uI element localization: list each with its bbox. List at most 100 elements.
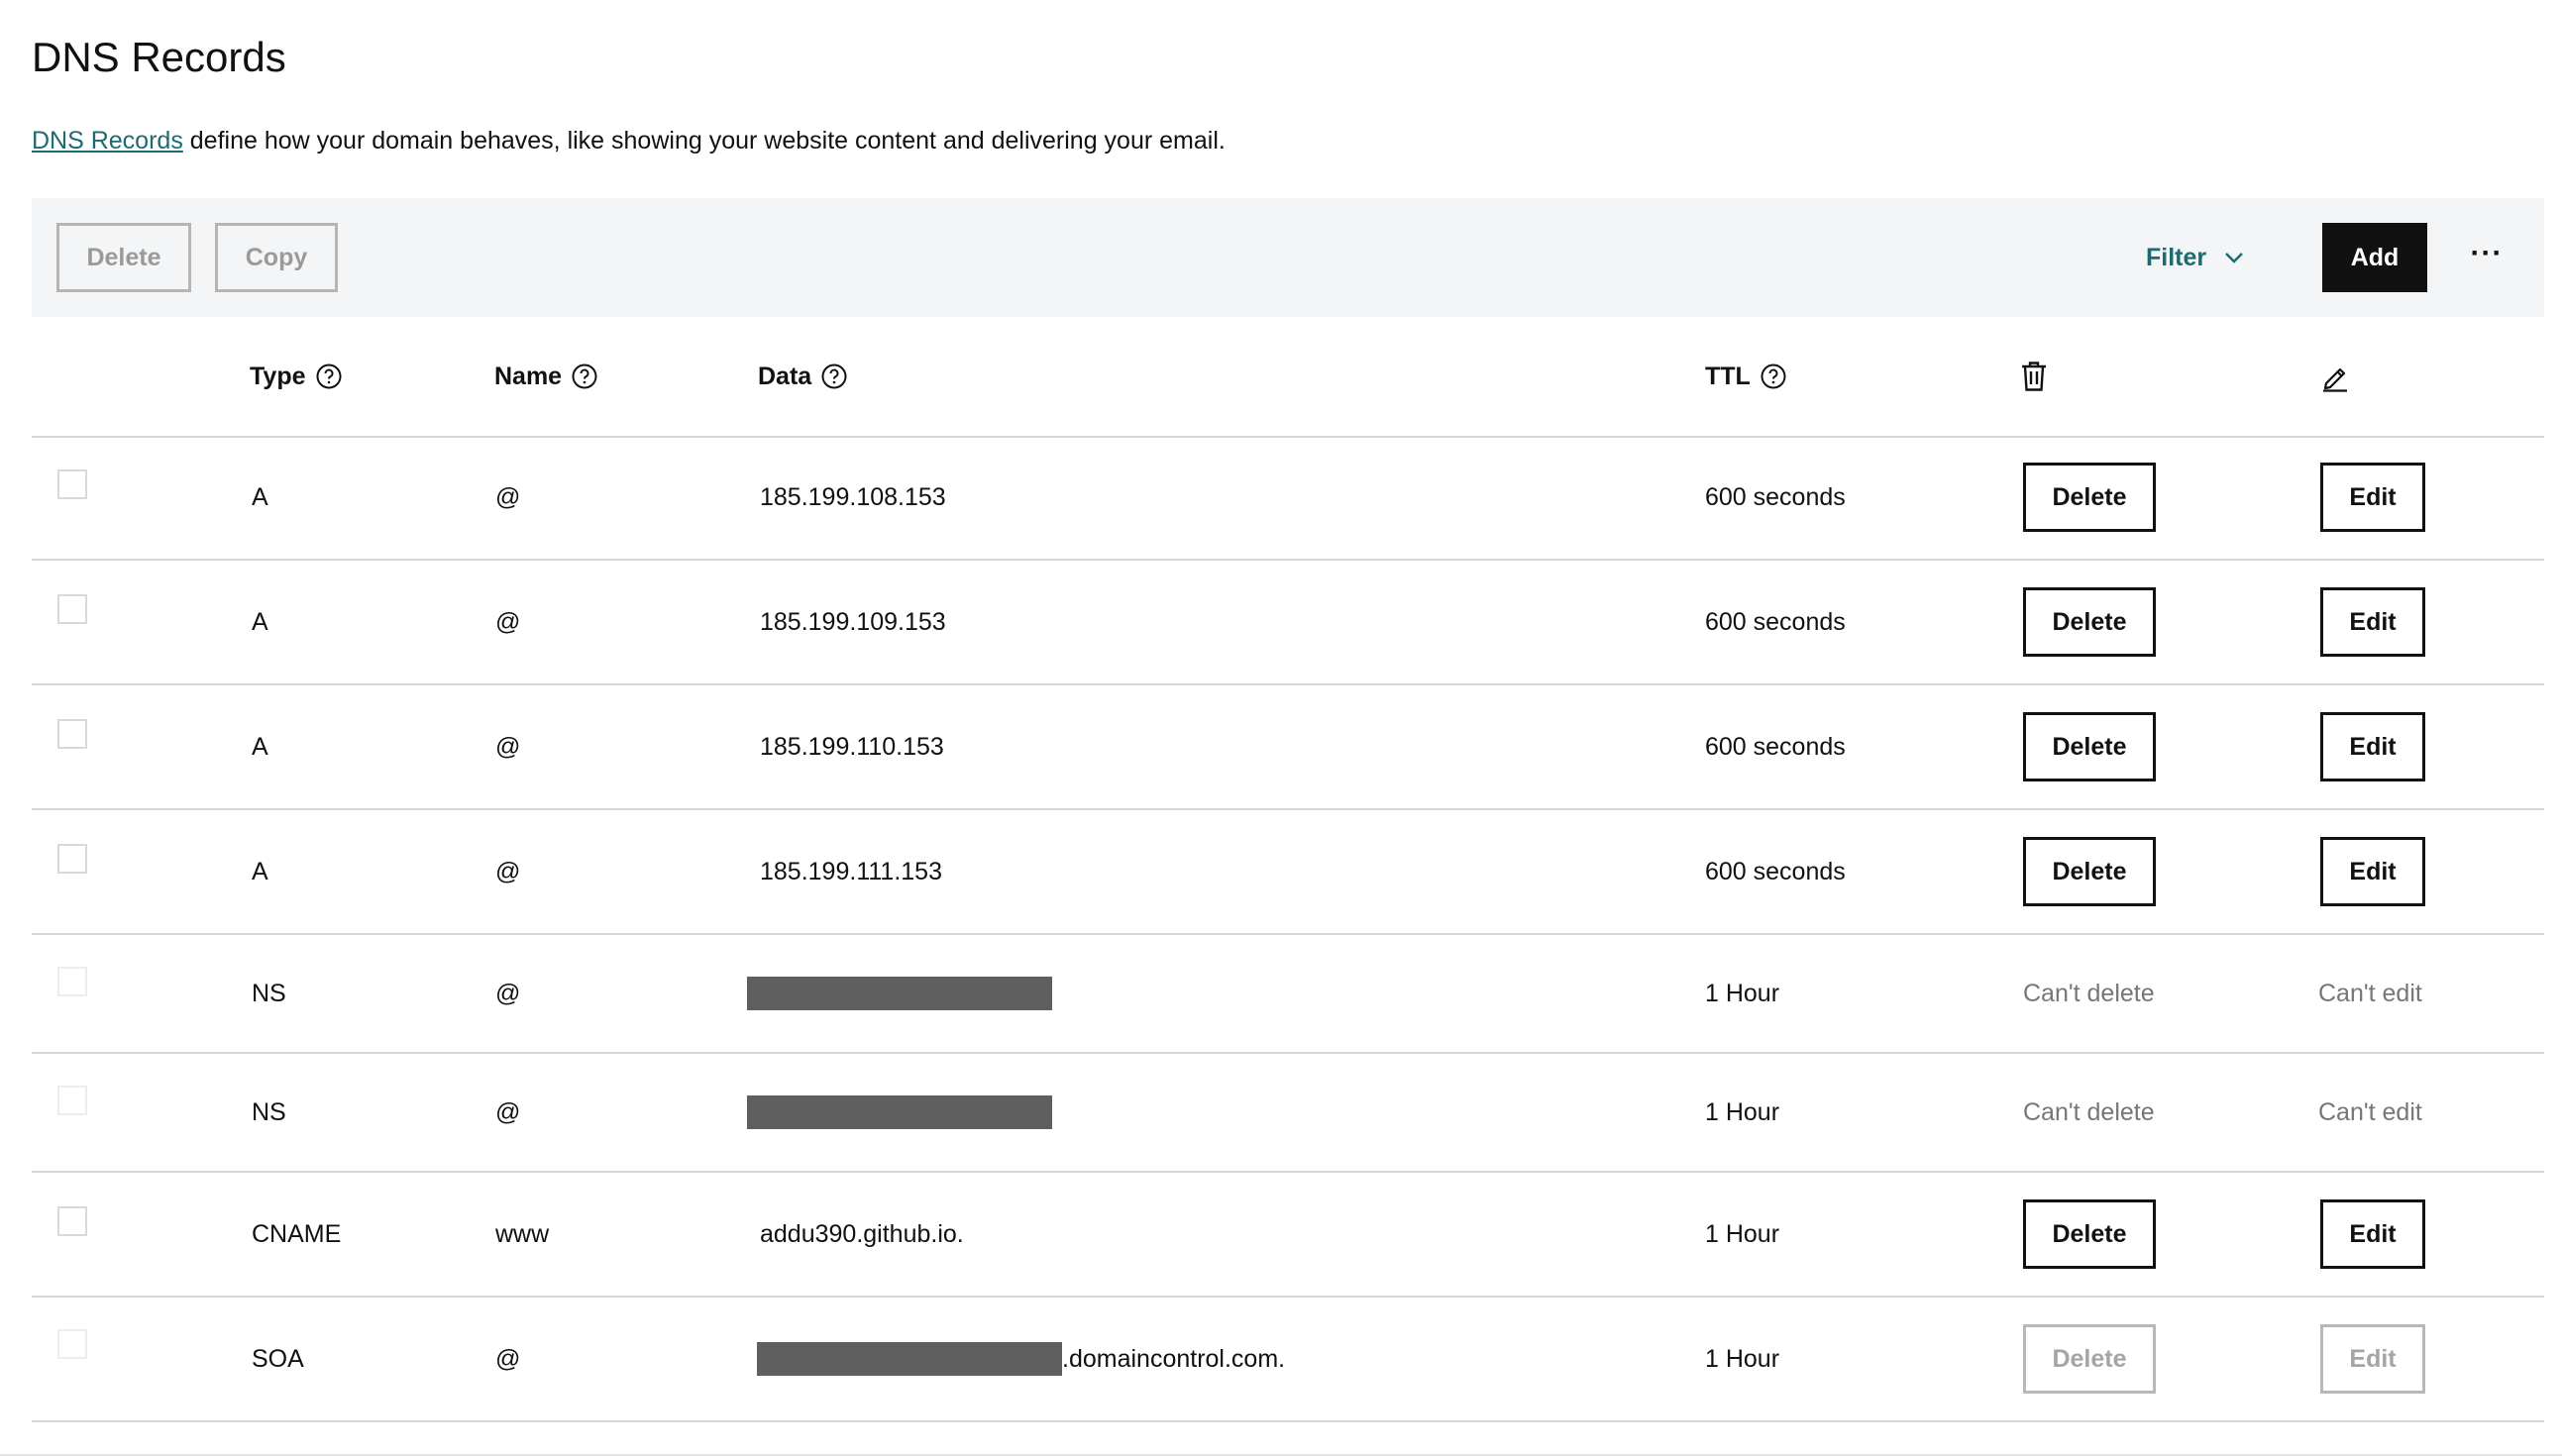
record-name: @ xyxy=(495,979,521,1007)
filter-label: Filter xyxy=(2146,243,2207,271)
edit-record-button[interactable]: Edit xyxy=(2320,1199,2425,1269)
trash-icon xyxy=(2022,362,2046,391)
edit-record-button[interactable]: Edit xyxy=(2320,463,2425,532)
dns-records-link[interactable]: DNS Records xyxy=(32,127,183,155)
record-type: A xyxy=(252,607,268,636)
row-select-checkbox[interactable] xyxy=(57,719,87,749)
table-row: A @185.199.110.153 600 seconds Delete Edit xyxy=(32,685,2544,810)
dns-records-table: A @185.199.108.153 600 seconds Delete Edit A @… xyxy=(32,436,2544,1422)
record-type: NS xyxy=(252,1097,286,1126)
cant-delete-text: Can't delete xyxy=(2023,1097,2155,1126)
table-row: NS @1 Hour Can't delete Can't edit xyxy=(32,935,2544,1054)
column-header-data: Data xyxy=(758,317,847,436)
column-header-edit xyxy=(2320,317,2350,436)
record-type: A xyxy=(252,482,268,511)
column-header-ttl-label: TTL xyxy=(1705,362,1751,390)
table-header: Type Name Data TTL xyxy=(32,317,2544,438)
record-data: 185.199.108.153 xyxy=(760,436,946,559)
record-ttl: 600 seconds xyxy=(1705,732,1846,761)
delete-record-button[interactable]: Delete xyxy=(2023,837,2156,906)
record-data-text: 185.199.110.153 xyxy=(760,732,944,761)
record-data-text: 185.199.109.153 xyxy=(760,607,946,636)
column-header-data-label: Data xyxy=(758,362,812,390)
record-name: @ xyxy=(495,1097,521,1126)
page-description: DNS Records define how your domain behav… xyxy=(32,123,1226,158)
bulk-copy-button[interactable]: Copy xyxy=(215,223,338,292)
record-type: A xyxy=(252,732,268,761)
record-type: A xyxy=(252,857,268,885)
record-name: @ xyxy=(495,607,521,636)
row-select-checkbox[interactable] xyxy=(57,469,87,499)
record-data xyxy=(747,935,1052,1052)
more-options-button[interactable]: ··· xyxy=(2457,228,2516,279)
delete-record-button[interactable]: Delete xyxy=(2023,1199,2156,1269)
delete-record-button[interactable]: Delete xyxy=(2023,463,2156,532)
record-data: 185.199.111.153 xyxy=(760,810,942,933)
chevron-down-icon xyxy=(2225,253,2244,263)
record-ttl: 1 Hour xyxy=(1705,1344,1780,1373)
record-name: @ xyxy=(495,857,521,885)
record-type: NS xyxy=(252,979,286,1007)
column-header-type: Type xyxy=(250,317,342,436)
record-data-text: addu390.github.io. xyxy=(760,1219,964,1248)
record-ttl: 600 seconds xyxy=(1705,607,1846,636)
help-circle-icon[interactable] xyxy=(821,364,847,389)
table-row: NS @1 Hour Can't delete Can't edit xyxy=(32,1054,2544,1173)
record-data: 185.199.110.153 xyxy=(760,685,944,808)
row-select-checkbox[interactable] xyxy=(57,1086,87,1115)
column-header-name-label: Name xyxy=(494,362,563,390)
record-ttl: 1 Hour xyxy=(1705,1097,1780,1126)
edit-record-button[interactable]: Edit xyxy=(2320,1324,2425,1394)
table-row: A @185.199.109.153 600 seconds Delete Edit xyxy=(32,561,2544,685)
help-circle-icon[interactable] xyxy=(316,364,342,389)
delete-record-button[interactable]: Delete xyxy=(2023,587,2156,657)
table-row: SOA @ .domaincontrol.com. 1 Hour Delete Edit xyxy=(32,1298,2544,1422)
table-row: A @185.199.108.153 600 seconds Delete Edit xyxy=(32,436,2544,561)
redacted-value xyxy=(757,1342,1062,1376)
record-data: .domaincontrol.com. xyxy=(747,1298,1285,1420)
filter-dropdown[interactable]: Filter xyxy=(2146,232,2244,283)
row-select-checkbox[interactable] xyxy=(57,844,87,874)
add-record-button[interactable]: Add xyxy=(2322,223,2427,292)
record-type: SOA xyxy=(252,1344,304,1373)
record-type: CNAME xyxy=(252,1219,342,1248)
column-header-type-label: Type xyxy=(250,362,306,390)
record-ttl: 1 Hour xyxy=(1705,979,1780,1007)
row-select-checkbox[interactable] xyxy=(57,594,87,624)
help-circle-icon[interactable] xyxy=(572,364,597,389)
delete-record-button[interactable]: Delete xyxy=(2023,712,2156,781)
redacted-value xyxy=(747,977,1052,1010)
record-data-text: 185.199.111.153 xyxy=(760,857,942,885)
record-data-text: .domaincontrol.com. xyxy=(1062,1344,1286,1373)
row-select-checkbox[interactable] xyxy=(57,1206,87,1236)
cant-edit-text: Can't edit xyxy=(2318,979,2422,1007)
table-row: A @185.199.111.153 600 seconds Delete Edit xyxy=(32,810,2544,935)
record-ttl: 1 Hour xyxy=(1705,1219,1780,1248)
edit-record-button[interactable]: Edit xyxy=(2320,587,2425,657)
records-toolbar: Delete Copy Filter Add ··· xyxy=(32,198,2544,317)
record-ttl: 600 seconds xyxy=(1705,482,1846,511)
column-header-name: Name xyxy=(494,317,597,436)
cant-delete-text: Can't delete xyxy=(2023,979,2155,1007)
pencil-icon xyxy=(2323,367,2347,392)
column-header-delete xyxy=(2019,317,2049,436)
record-data: 185.199.109.153 xyxy=(760,561,946,683)
record-data: addu390.github.io. xyxy=(760,1173,964,1296)
record-data-text: 185.199.108.153 xyxy=(760,482,946,511)
help-circle-icon[interactable] xyxy=(1761,364,1786,389)
delete-record-button[interactable]: Delete xyxy=(2023,1324,2156,1394)
record-name: www xyxy=(495,1219,550,1248)
column-header-ttl: TTL xyxy=(1705,317,1786,436)
description-text: define how your domain behaves, like sho… xyxy=(182,127,1226,155)
edit-record-button[interactable]: Edit xyxy=(2320,712,2425,781)
record-name: @ xyxy=(495,732,521,761)
table-row: CNAME www addu390.github.io. 1 Hour Delete Ed… xyxy=(32,1173,2544,1298)
edit-record-button[interactable]: Edit xyxy=(2320,837,2425,906)
bulk-delete-button[interactable]: Delete xyxy=(56,223,191,292)
row-select-checkbox[interactable] xyxy=(57,967,87,996)
page-title: DNS Records xyxy=(32,34,286,80)
cant-edit-text: Can't edit xyxy=(2318,1097,2422,1126)
record-data xyxy=(747,1054,1052,1171)
row-select-checkbox[interactable] xyxy=(57,1329,87,1359)
redacted-value xyxy=(747,1095,1052,1129)
